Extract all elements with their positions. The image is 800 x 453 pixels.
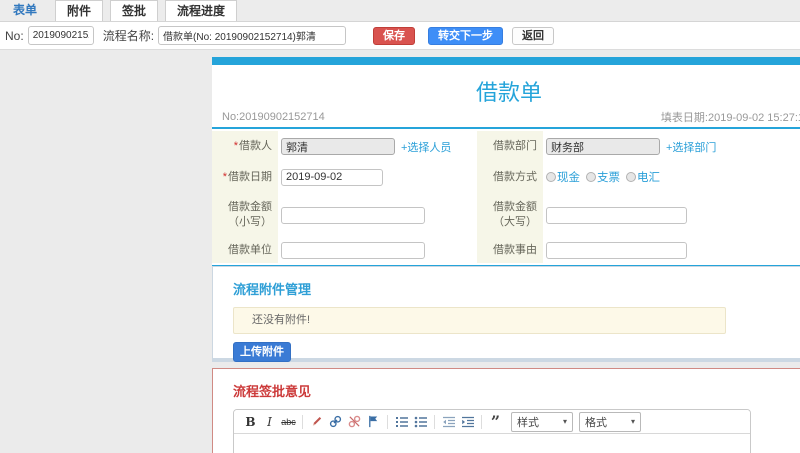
borrower-input[interactable] [281,138,395,155]
department-label: 借款部门 [477,131,543,162]
attachments-panel: 流程附件管理 还没有附件! 上传附件 [212,266,800,362]
outdent-icon[interactable] [441,414,457,430]
select-person-link[interactable]: +选择人员 [401,139,451,155]
row-loan-date: *借款日期 [212,162,470,192]
toolbar-separator [481,414,482,429]
row-method: 借款方式 现金 支票 电汇 [477,162,800,192]
radio-cash-label[interactable]: 现金 [557,169,580,185]
toolbar-separator [387,414,388,429]
form-body: *借款人 +选择人员 *借款日期 [212,129,800,263]
required-mark: * [222,170,227,183]
radio-wire-label[interactable]: 电汇 [637,169,660,185]
no-label: No: [5,28,24,43]
method-label: 借款方式 [477,162,543,192]
unordered-list-icon[interactable] [413,414,429,430]
page-background: 借款单 No:20190902152714 填表日期:2019-09-02 15… [0,50,800,453]
form-meta-row: No:20190902152714 填表日期:2019-09-02 15:27:… [212,109,800,125]
upload-attachment-button[interactable]: 上传附件 [233,342,291,362]
no-attachments-message: 还没有附件! [233,307,726,334]
radio-icon[interactable] [546,172,556,182]
style-select[interactable]: 样式 ▾ [511,411,573,432]
style-select-label: 样式 [517,416,539,429]
borrower-label: *借款人 [212,131,278,162]
toolbar-separator [434,414,435,429]
format-select-label: 格式 [585,416,607,429]
approval-panel: 流程签批意见 B I abc ” 样式 ▾ 格式 ▾ [212,368,800,453]
tab-bar: 表单 附件 签批 流程进度 [0,0,800,22]
row-borrower: *借款人 +选择人员 [212,131,470,162]
tab-form[interactable]: 表单 [2,0,48,21]
form-date-text: 填表日期:2019-09-02 15:27:1 [660,112,800,124]
radio-check-label[interactable]: 支票 [597,169,620,185]
radio-wire[interactable]: 电汇 [626,169,660,185]
form-no-text: No:20190902152714 [222,111,325,123]
tab-progress[interactable]: 流程进度 [165,0,238,21]
method-radio-group: 现金 支票 电汇 [546,169,666,185]
ordered-list-icon[interactable] [394,414,410,430]
amount-lower-input[interactable] [281,206,425,224]
rich-text-editor: B I abc ” 样式 ▾ 格式 ▾ [233,409,751,453]
forward-next-step-button[interactable]: 转交下一步 [428,26,504,45]
required-mark: * [233,140,238,152]
approval-title: 流程签批意见 [233,384,312,399]
tab-attachments[interactable]: 附件 [55,0,104,21]
toolbar-separator [302,414,303,429]
radio-check[interactable]: 支票 [586,169,620,185]
attachments-title: 流程附件管理 [233,282,312,297]
italic-icon[interactable]: I [262,414,278,430]
row-reason: 借款事由 [477,238,800,263]
unit-input[interactable] [281,242,425,259]
panel-top-accent [212,57,800,65]
amount-upper-label: 借款金额（大写） [477,192,543,238]
loan-date-input[interactable] [281,168,383,186]
flag-icon[interactable] [366,414,382,430]
strikethrough-icon[interactable]: abc [281,414,297,430]
amount-upper-input[interactable] [546,206,687,224]
select-department-link[interactable]: +选择部门 [666,139,716,155]
back-button[interactable]: 返回 [512,26,555,45]
radio-cash[interactable]: 现金 [546,169,580,185]
radio-icon[interactable] [626,172,636,182]
process-name-input[interactable] [158,26,347,45]
unit-label: 借款单位 [212,238,278,263]
chevron-down-icon: ▾ [562,417,567,426]
process-name-label: 流程名称: [102,29,155,43]
command-bar: No: 流程名称: 保存 转交下一步 返回 [0,22,800,50]
row-amount-lower: 借款金额（小写） [212,192,470,238]
radio-icon[interactable] [586,172,596,182]
row-amount-upper: 借款金额（大写） [477,192,800,238]
blockquote-icon[interactable]: ” [488,413,504,430]
reason-label: 借款事由 [477,238,543,263]
loan-form-panel: 借款单 No:20190902152714 填表日期:2019-09-02 15… [212,57,800,270]
loan-date-label: *借款日期 [212,162,278,192]
highlight-pen-icon[interactable] [309,414,325,430]
tab-approval[interactable]: 签批 [110,0,159,21]
chevron-down-icon: ▾ [630,417,635,426]
amount-lower-label: 借款金额（小写） [212,192,278,238]
save-button[interactable]: 保存 [373,26,416,45]
row-department: 借款部门 +选择部门 [477,131,800,162]
row-unit: 借款单位 [212,238,470,263]
editor-content-area[interactable] [234,434,750,453]
no-input[interactable] [27,26,94,45]
bold-icon[interactable]: B [243,414,259,430]
form-title: 借款单 [475,80,542,105]
column-gap [470,131,477,263]
link-icon[interactable] [328,414,344,430]
form-right-column: 借款部门 +选择部门 借款方式 现金 [477,131,800,263]
department-input[interactable] [546,138,660,155]
form-left-column: *借款人 +选择人员 *借款日期 [212,131,470,263]
editor-toolbar: B I abc ” 样式 ▾ 格式 ▾ [234,410,750,434]
reason-input[interactable] [546,242,687,259]
format-select[interactable]: 格式 ▾ [579,411,641,432]
unlink-icon[interactable] [347,414,363,430]
indent-icon[interactable] [460,414,476,430]
